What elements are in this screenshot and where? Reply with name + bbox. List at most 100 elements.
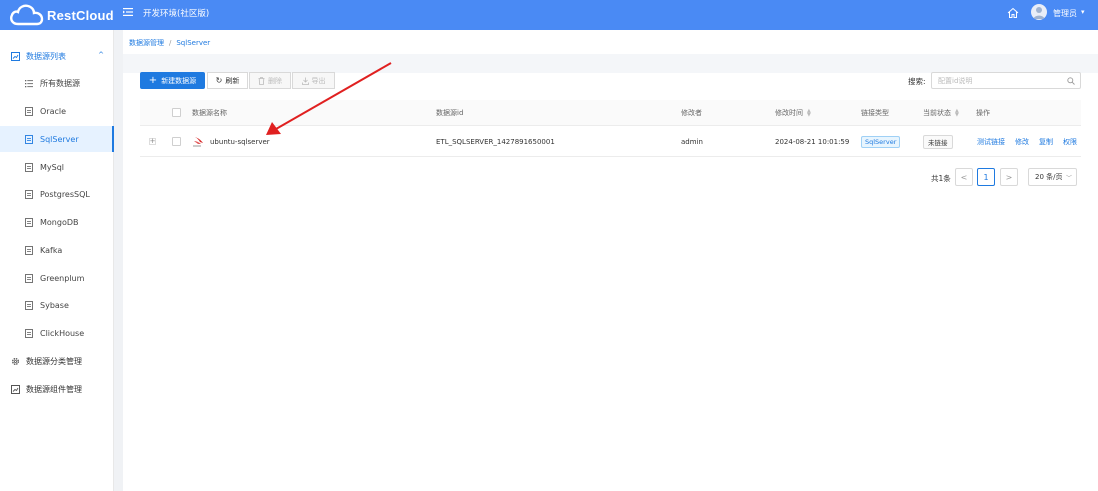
document-icon xyxy=(25,189,33,199)
sidebar-item-sybase[interactable]: Sybase xyxy=(0,292,114,318)
header-band xyxy=(123,54,1098,73)
page-size-value: 20 条/页 xyxy=(1035,173,1063,181)
sidebar-item-label: ClickHouse xyxy=(40,328,85,338)
modifier-cell: admin xyxy=(681,137,703,146)
sidebar-item-greenplum[interactable]: Greenplum xyxy=(0,265,114,291)
export-button[interactable]: 导出 xyxy=(292,72,335,89)
home-icon[interactable] xyxy=(1007,7,1019,19)
sidebar: 数据源列表 ^ 所有数据源 Oracle SqlServer MySql Pos… xyxy=(0,30,114,491)
sidebar-item-label: Kafka xyxy=(40,245,63,255)
sidebar-item-clickhouse[interactable]: ClickHouse xyxy=(0,320,114,346)
document-icon xyxy=(25,328,33,338)
row-checkbox[interactable] xyxy=(172,137,181,146)
download-icon xyxy=(301,77,309,85)
new-datasource-label: 新建数据源 xyxy=(161,76,197,85)
restcloud-logo[interactable]: RestCloud xyxy=(9,3,114,27)
col-header-status[interactable]: 当前状态 ▲ ▼ xyxy=(923,100,959,125)
page-1-button[interactable]: 1 xyxy=(977,168,995,186)
datasource-name-cell: ubuntu-sqlserver xyxy=(192,127,270,156)
sidebar-group-category-management[interactable]: 数据源分类管理 xyxy=(0,349,114,373)
collapse-caret-icon[interactable]: ^ xyxy=(98,51,104,59)
refresh-label: 刷新 xyxy=(225,76,240,85)
status-cell: 未链接 xyxy=(923,127,953,156)
sidebar-item-oracle[interactable]: Oracle xyxy=(0,98,114,124)
main-content: 数据源管理 / SqlServer + 新建数据源 ↻ 刷新 删除 导出 搜索: 数… xyxy=(123,30,1098,491)
menu-toggle-icon[interactable] xyxy=(123,7,133,17)
sidebar-item-label: Greenplum xyxy=(40,273,85,283)
table-header: 数据源名称 数据源id 修改者 修改时间 ▲ ▼ 链接类型 当前状态 ▲ ▼ 操作 xyxy=(140,100,1081,126)
sidebar-item-mongodb[interactable]: MongoDB xyxy=(0,209,114,235)
page-size-select[interactable]: 20 条/页 ﹀ xyxy=(1028,168,1077,186)
copy-link[interactable]: 复制 xyxy=(1039,137,1053,147)
user-menu-caret-icon[interactable]: ▾ xyxy=(1081,8,1085,16)
next-page-button[interactable]: > xyxy=(1000,168,1018,186)
modified-time-cell: 2024-08-21 10:01:59 xyxy=(775,137,850,146)
plus-icon: + xyxy=(148,74,158,86)
refresh-button[interactable]: ↻ 刷新 xyxy=(207,72,248,89)
datasource-name-link[interactable]: ubuntu-sqlserver xyxy=(210,138,270,146)
document-icon xyxy=(25,273,33,283)
permission-link[interactable]: 权限 xyxy=(1063,137,1077,147)
search-label: 搜索: xyxy=(908,77,926,86)
breadcrumb: 数据源管理 / SqlServer xyxy=(129,38,210,48)
refresh-icon: ↻ xyxy=(215,76,223,85)
delete-button[interactable]: 删除 xyxy=(249,72,291,89)
prev-page-button[interactable]: < xyxy=(955,168,973,186)
sidebar-group-component-management[interactable]: 数据源组件管理 xyxy=(0,377,114,401)
user-icon xyxy=(1033,7,1045,19)
select-all-checkbox[interactable] xyxy=(172,108,181,117)
edit-link[interactable]: 修改 xyxy=(1015,137,1029,147)
status-badge: 未链接 xyxy=(923,134,953,149)
row-select-cell xyxy=(172,127,181,156)
new-datasource-button[interactable]: + 新建数据源 xyxy=(140,72,205,89)
sidebar-item-postgressql[interactable]: PostgresSQL xyxy=(0,181,114,207)
document-icon xyxy=(25,106,33,116)
sidebar-item-sqlserver[interactable]: SqlServer xyxy=(0,126,114,152)
document-icon xyxy=(25,162,33,172)
sidebar-group-datasource-list[interactable]: 数据源列表 ^ xyxy=(0,44,114,68)
sidebar-item-label: MySql xyxy=(40,162,65,172)
delete-label: 删除 xyxy=(268,76,282,85)
sidebar-group-label: 数据源组件管理 xyxy=(26,384,82,394)
search-input[interactable] xyxy=(932,73,1062,88)
sidebar-item-mysql[interactable]: MySql xyxy=(0,154,114,180)
datasource-list-icon xyxy=(11,51,20,61)
user-name[interactable]: 管理员 xyxy=(1053,8,1077,19)
col-header-modifier: 修改者 xyxy=(681,108,702,117)
datasource-id-cell: ETL_SQLSERVER_1427891650001 xyxy=(436,137,555,146)
breadcrumb-separator: / xyxy=(169,39,172,47)
list-icon xyxy=(25,79,33,87)
avatar[interactable] xyxy=(1031,4,1047,20)
document-icon xyxy=(25,245,33,255)
pagination-total: 共1条 xyxy=(931,174,951,183)
test-connection-link[interactable]: 测试链接 xyxy=(977,137,1005,147)
sidebar-item-all-datasources[interactable]: 所有数据源 xyxy=(0,70,114,96)
col-header-name: 数据源名称 xyxy=(192,108,227,117)
col-header-label: 修改时间 xyxy=(775,108,803,117)
col-header-link-type: 链接类型 xyxy=(861,108,889,117)
expand-row-icon[interactable]: + xyxy=(149,138,156,145)
select-all-cell xyxy=(172,100,181,125)
sidebar-item-label: Oracle xyxy=(40,106,67,116)
table-row: + ubuntu-sqlserver ETL_SQLSERVER_1427891… xyxy=(140,127,1081,157)
document-icon xyxy=(25,217,33,227)
document-icon xyxy=(25,300,33,310)
link-type-cell: SqlServer xyxy=(861,127,901,156)
breadcrumb-root[interactable]: 数据源管理 xyxy=(129,39,164,47)
sort-icon[interactable]: ▲ ▼ xyxy=(955,108,959,117)
col-header-modified-time[interactable]: 修改时间 ▲ ▼ xyxy=(775,100,811,125)
environment-title: 开发环境(社区版) xyxy=(143,9,210,19)
link-type-badge: SqlServer xyxy=(861,135,901,148)
sidebar-group-label: 数据源分类管理 xyxy=(26,356,82,366)
logo-text: RestCloud xyxy=(47,7,114,23)
sidebar-item-label: PostgresSQL xyxy=(40,189,90,199)
operations-cell: 测试链接 修改 复制 权限 xyxy=(977,127,1077,156)
expand-cell: + xyxy=(149,127,156,156)
search-icon[interactable] xyxy=(1067,77,1075,85)
sort-icon[interactable]: ▲ ▼ xyxy=(807,108,811,117)
sidebar-item-label: SqlServer xyxy=(40,134,79,144)
sidebar-item-kafka[interactable]: Kafka xyxy=(0,237,114,263)
sidebar-group-label: 数据源列表 xyxy=(26,51,66,61)
breadcrumb-current: SqlServer xyxy=(176,39,211,47)
search-field[interactable] xyxy=(931,72,1081,89)
